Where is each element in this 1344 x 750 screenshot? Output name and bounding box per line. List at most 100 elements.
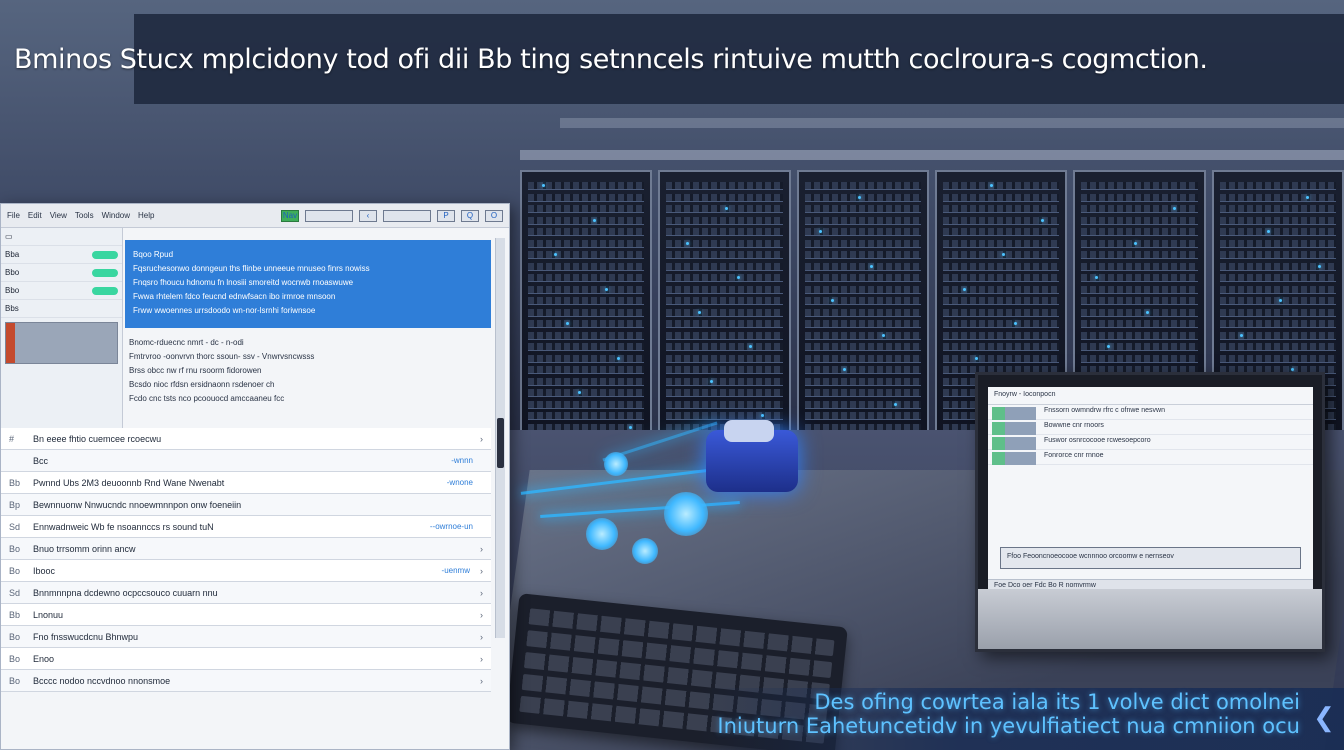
status-led [881,333,885,337]
caption-band: Des ofing cowrtea iala its 1 volve dict … [700,688,1344,750]
sidebar-item-2[interactable]: Bbo [1,264,122,282]
rack-unit [804,400,921,409]
chevron-logo-icon: ❮ [1313,702,1335,732]
chevron-right-icon[interactable]: › [480,610,483,620]
monitor-row[interactable]: Fuswor osnrcocooe rcwesoepcoro [988,435,1313,450]
row-thumbnail [992,452,1036,465]
rack-unit [1219,320,1336,328]
status-led [578,391,581,394]
server-rack [520,170,653,470]
rack-unit [804,274,921,282]
info-line: Fcdo cnc tsts nco pcoouocd amccaaneu fcc [129,394,285,403]
list-item[interactable]: Bo Enoo › [1,648,491,670]
rack-unit [1081,239,1198,248]
address-field[interactable] [305,209,353,222]
back-button[interactable]: ‹ [359,209,377,222]
list-item[interactable]: Bp Bewnnuonw Nnwucndc nnoewmnnpon onw foe… [1,494,491,516]
menu-item-tools[interactable]: Tools [75,211,94,220]
sidebar-item-3[interactable]: Bbo [1,282,122,300]
rack-unit [942,228,1060,236]
menu-item-help[interactable]: Help [138,211,154,220]
menu-item-view[interactable]: View [50,211,67,220]
rack-unit [666,274,783,282]
rack-unit [528,377,645,386]
scroll-thumb[interactable] [497,418,504,468]
status-led [617,356,620,360]
highlight-line: Fqsruchesonwo donngeun ths flinbe unneeu… [133,264,370,273]
list-item-marker: Sd [9,521,21,532]
thumbnail-image[interactable] [5,322,118,364]
rack-unit [528,216,645,225]
list-item-marker: Sd [9,587,21,598]
glow-orb [632,538,658,564]
list-item[interactable]: Bo Ibooc -uenmw › [1,560,491,582]
chevron-right-icon[interactable]: › [480,566,483,576]
list-item-marker: Bo [9,565,21,576]
rack-unit [528,285,645,294]
menu-item-file[interactable]: File [7,211,20,220]
menu-item-edit[interactable]: Edit [28,211,42,220]
chevron-right-icon[interactable]: › [480,632,483,642]
rack-unit [666,182,783,190]
menu-item-window[interactable]: Window [102,211,130,220]
sidebar-item-1[interactable]: Bba [1,246,122,264]
status-led [554,253,557,256]
progress-field[interactable] [383,209,431,222]
list-item[interactable]: Bb Pwnnd Ubs 2M3 deuoonnb Rnd Wane Nwenab… [1,472,491,494]
list-item[interactable]: Sd Ennwadnweic Wb fe nsoannccs rs sound t… [1,516,491,538]
list-item[interactable]: Bo Bcccc nodoo nccvdnoo nnonsmoe › [1,670,491,692]
monitor-header: Fnoyrw - Ioconpocn [988,387,1313,405]
monitor-row[interactable]: Fonrorce cnr rnnoe [988,450,1313,465]
monitor: Fnoyrw - Ioconpocn Fnssorn owmndrw rfrc … [975,372,1325,652]
rack-unit [1081,274,1198,282]
status-led [698,310,702,314]
status-led [869,264,873,268]
list-item-marker: Bo [9,631,21,642]
rack-unit [528,412,645,420]
list-item[interactable]: Bo Bnuo trrsomm orinn ancw › [1,538,491,560]
list-item-marker: Bo [9,653,21,664]
monitor-row[interactable]: Fnssorn owmndrw rfrc c ofnwe nesvwn [988,405,1313,420]
p-button[interactable]: P [437,209,455,222]
rack-unit [804,205,921,213]
monitor-row[interactable]: Bowwne cnr rnoors [988,420,1313,435]
ceiling-beam [520,150,1344,160]
app-window: File Edit View Tools Window Help Nav ‹ P… [0,203,510,750]
rack-unit [942,343,1060,351]
chevron-right-icon[interactable]: › [480,654,483,664]
rack-unit [1081,251,1198,259]
status-led [893,402,897,406]
chevron-right-icon[interactable]: › [480,544,483,554]
rack-unit [528,182,645,190]
list-item[interactable]: Sd Bnnmnnpna dcdewno ocpccsouco cuuarn nn… [1,582,491,604]
rack-unit [528,193,645,202]
server-rack [796,170,929,470]
info-line: Bnomc-rduecnc nmrt - dc - n-odi [129,338,244,347]
monitor-input-bar[interactable]: Ffoo Feooncnoeocooe wcnnnoo orcoomw e ne… [1000,547,1301,569]
rack-unit [1081,308,1198,317]
chevron-right-icon[interactable]: › [480,676,483,686]
list-item[interactable]: # Bn eeee fhtio cuemcee rcoecwu › [1,428,491,450]
nav-button[interactable]: Nav [281,209,299,222]
sidebar-item-4[interactable]: Bbs [1,300,122,318]
o-button[interactable]: O [485,209,503,222]
chevron-right-icon[interactable]: › [480,588,483,598]
status-led [1146,310,1150,314]
caption-line-1: Des ofing cowrtea iala its 1 volve dict … [814,690,1300,714]
monitor-row-text: Fuswor osnrcocooe rcwesoepcoro [1044,437,1151,444]
rack-unit [804,228,921,236]
list-item[interactable]: Bo Fno fnsswucdcnu Bhnwpu › [1,626,491,648]
list-item[interactable]: Bcc -wnnn [1,450,491,472]
list-item[interactable]: Bb Lnonuu › [1,604,491,626]
search-icon[interactable]: Q [461,209,479,222]
chevron-right-icon[interactable]: › [480,434,483,444]
scrollbar[interactable] [495,238,505,638]
toolbar: Nav ‹ P Q O [281,209,503,222]
rack-unit [942,239,1060,248]
rack-unit [666,251,783,259]
menubar: File Edit View Tools Window Help Nav ‹ P… [1,204,509,228]
rack-unit [1081,205,1198,213]
rack-unit [528,389,645,397]
list-item-text: Lnonuu [33,609,64,620]
rack-unit [528,320,645,328]
